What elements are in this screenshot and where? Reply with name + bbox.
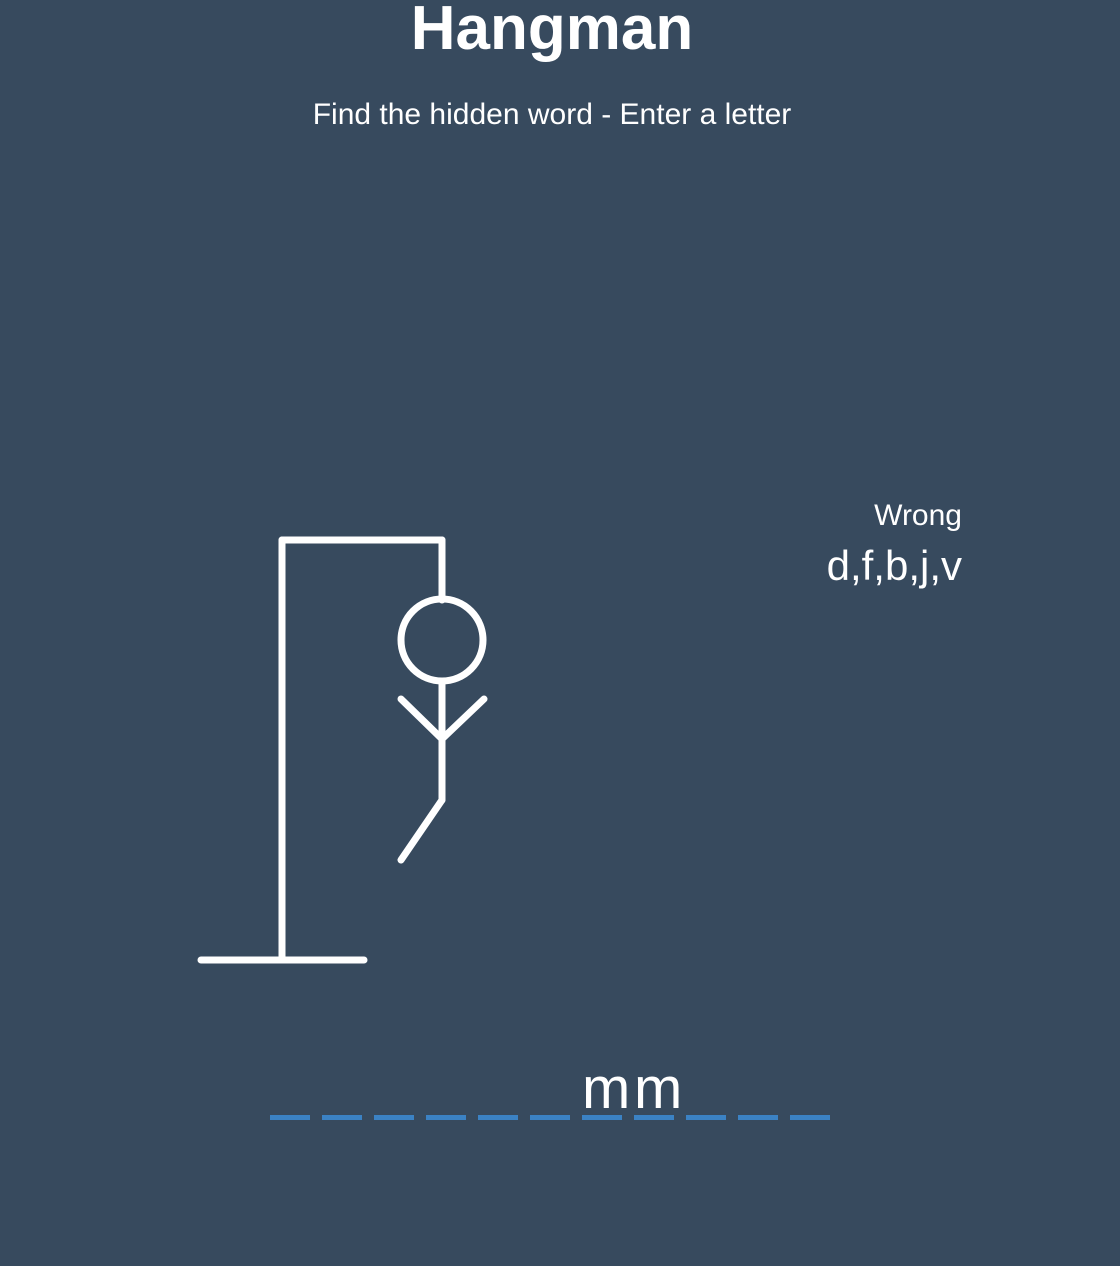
hangman-head — [397, 595, 487, 685]
letter-slot — [322, 1058, 362, 1120]
letter-slot — [738, 1058, 778, 1120]
hangman-left-arm — [397, 695, 446, 743]
wrong-letters-panel: Wrong d,f,b,j,v — [827, 496, 962, 596]
letter-slot — [478, 1058, 518, 1120]
hidden-word: m m — [270, 1058, 830, 1120]
letter-slot — [790, 1058, 830, 1120]
wrong-label: Wrong — [874, 499, 962, 532]
hangman-right-arm — [438, 695, 488, 743]
letter-slot — [426, 1058, 466, 1120]
letter-slot: m — [582, 1056, 631, 1121]
letter-slot — [530, 1058, 570, 1120]
letter-slot — [686, 1058, 726, 1120]
letter-slot — [374, 1058, 414, 1120]
hangman-left-leg — [397, 796, 446, 864]
letter-slot: m — [634, 1056, 683, 1121]
wrong-letters: d,f,b,j,v — [826, 542, 962, 589]
letter-slot — [270, 1058, 310, 1120]
